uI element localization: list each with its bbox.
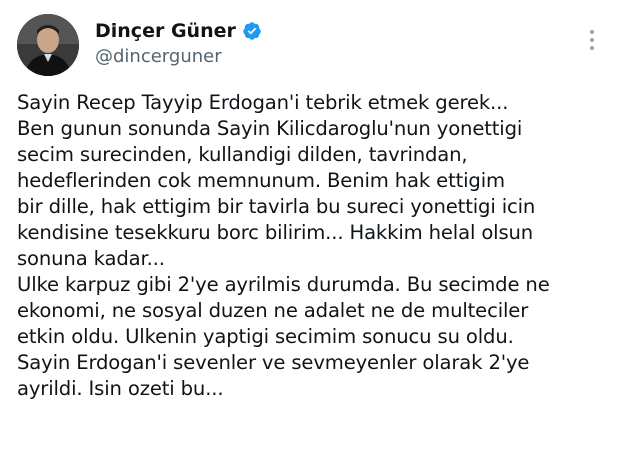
tweet-text-line: kendisine tesekkuru borc bilirim... Hakk…: [17, 221, 534, 244]
tweet-text-line: etkin oldu. Ulkenin yaptigi secimim sonu…: [17, 325, 514, 348]
verified-badge-icon: [242, 21, 262, 41]
tweet-text-line: ekonomi, ne sosyal duzen ne adalet ne de…: [17, 299, 529, 322]
tweet-text-line: hedeflerinden cok memnunum. Benim hak et…: [17, 169, 505, 192]
tweet-text-line: Ben gunun sonunda Sayin Kilicdaroglu'nun…: [17, 117, 523, 140]
tweet-text-line: sonuna kadar...: [17, 247, 165, 270]
tweet-text-line: bir dille, hak ettigim bir tavirla bu su…: [17, 195, 536, 218]
author-display-name[interactable]: Dinçer Güner: [95, 20, 236, 42]
author-name-row: Dinçer Güner: [95, 18, 262, 44]
tweet-text: Sayin Recep Tayyip Erdogan'i tebrik etme…: [17, 90, 617, 402]
author-handle[interactable]: @dincerguner: [95, 46, 222, 67]
tweet-text-line: secim surecinden, kullandigi dilden, tav…: [17, 143, 468, 166]
tweet-card: Dinçer Güner @dincerguner Sayin Recep Ta…: [0, 0, 621, 450]
tweet-text-line: Sayin Recep Tayyip Erdogan'i tebrik etme…: [17, 91, 509, 114]
tweet-text-line: ayrildi. Isin ozeti bu...: [17, 377, 224, 400]
more-vertical-icon[interactable]: [582, 26, 602, 54]
avatar-photo: [17, 14, 79, 76]
tweet-text-line: Ulke karpuz gibi 2'ye ayrilmis durumda. …: [17, 273, 550, 296]
avatar[interactable]: [17, 14, 79, 76]
tweet-text-line: Sayin Erdogan'i sevenler ve sevmeyenler …: [17, 351, 530, 374]
